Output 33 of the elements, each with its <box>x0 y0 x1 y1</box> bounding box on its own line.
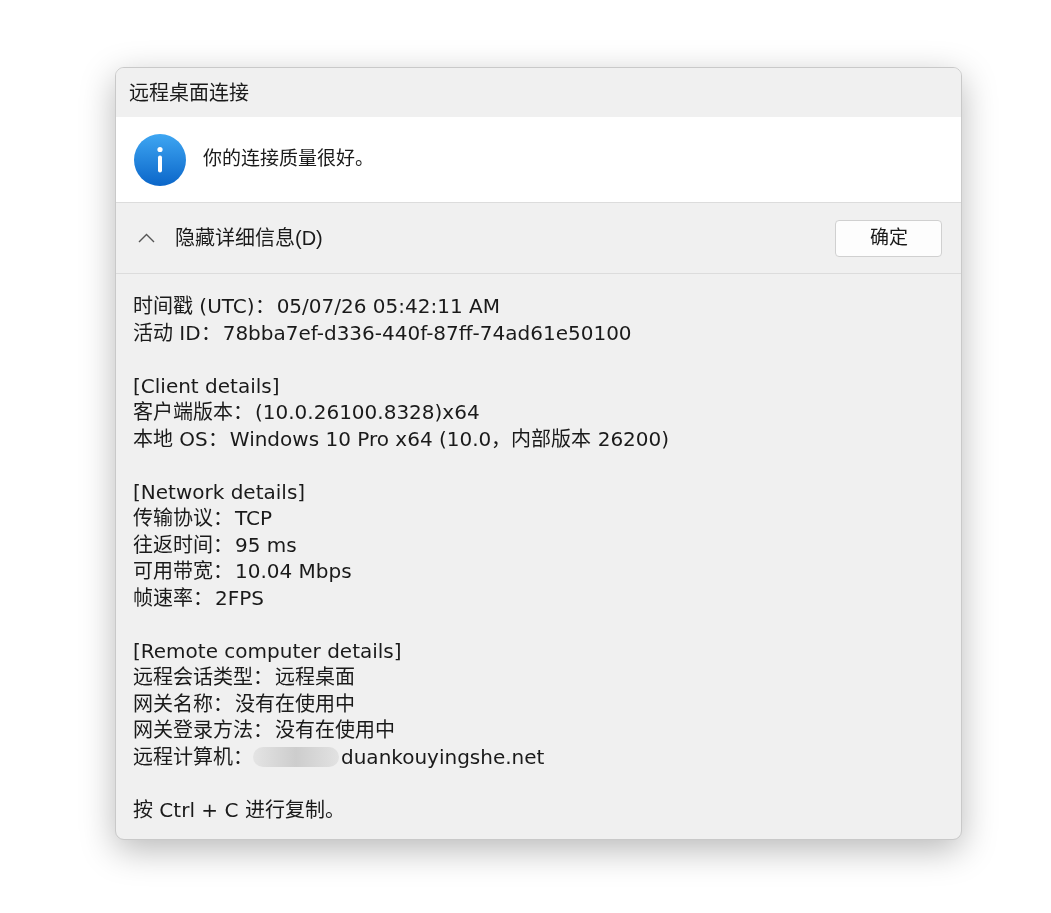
detail-value: 远程桌面 <box>275 664 355 691</box>
detail-label: 可用带宽： <box>133 558 233 585</box>
detail-label: 活动 ID： <box>133 319 221 346</box>
detail-value: 没有在使用中 <box>275 717 395 744</box>
detail-label: 本地 OS： <box>133 425 228 452</box>
detail-value: 2FPS <box>215 584 264 611</box>
detail-label: 远程会话类型： <box>133 664 273 691</box>
section-heading: [Remote computer details] <box>133 638 402 663</box>
section-heading: [Network details] <box>133 479 306 504</box>
copy-hint: 按 Ctrl + C 进行复制。 <box>133 797 345 822</box>
detail-label: 客户端版本： <box>133 399 253 426</box>
detail-value: 95 ms <box>235 531 297 558</box>
detail-label: 传输协议： <box>133 505 233 532</box>
detail-label: 往返时间： <box>133 531 233 558</box>
detail-label: 帧速率： <box>133 584 213 611</box>
detail-value: TCP <box>235 505 273 532</box>
section-heading: [Client details] <box>133 373 280 398</box>
detail-value: 没有在使用中 <box>235 690 355 717</box>
detail-value: 10.04 Mbps <box>235 558 352 585</box>
details-toggle[interactable]: 隐藏详细信息(D) <box>138 223 323 253</box>
detail-label: 网关登录方法： <box>133 717 273 744</box>
detail-label: 远程计算机： <box>133 743 253 770</box>
detail-label: 网关名称： <box>133 690 233 717</box>
detail-value: duankouyingshe.net <box>341 743 545 770</box>
window-title: 远程桌面连接 <box>129 82 249 103</box>
detail-value: (10.0.26100.8328)x64 <box>255 399 480 426</box>
ok-button[interactable]: 确定 <box>835 219 942 257</box>
detail-value: Windows 10 Pro x64 (10.0，内部版本 26200) <box>229 425 670 452</box>
detail-label: 时间戳 (UTC)： <box>133 293 275 320</box>
detail-value: 78bba7ef-d336-440f-87ff-74ad61e50100 <box>222 319 632 346</box>
message-text: 你的连接质量很好。 <box>203 147 374 172</box>
detail-value: 05/07/26 05:42:11 AM <box>276 293 500 320</box>
info-icon <box>134 133 186 186</box>
